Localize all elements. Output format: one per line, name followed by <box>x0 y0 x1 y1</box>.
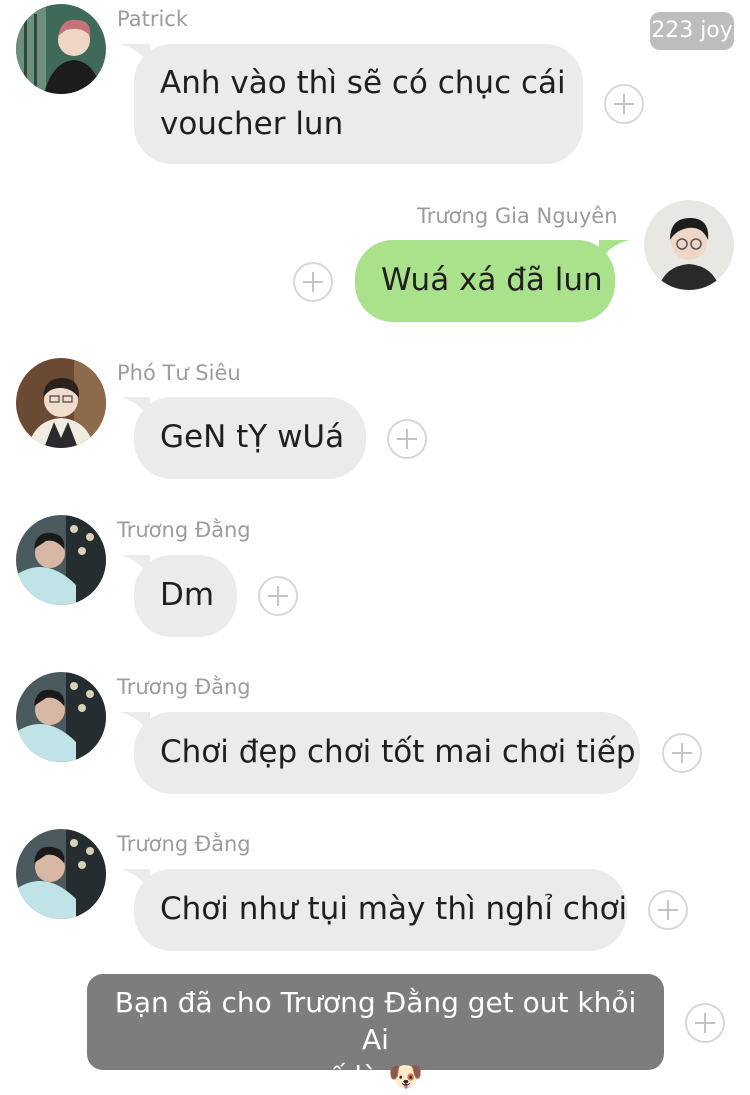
system-message-line: Bạn đã cho Trương Đằng get out khỏi Ai <box>114 986 637 1056</box>
message-text: GeN tỴ wUá <box>160 419 345 455</box>
bubble-tail <box>120 555 150 581</box>
avatar[interactable] <box>16 672 106 762</box>
add-reaction-button[interactable] <box>648 890 688 930</box>
message-bubble[interactable]: Anh vào thì sẽ có chục cái voucher lun <box>120 44 583 164</box>
system-message-line: ế là 🐶 <box>328 1060 423 1093</box>
bubble-tail <box>120 869 150 895</box>
avatar[interactable] <box>644 200 734 290</box>
message-text: Chơi đẹp chơi tốt mai chơi tiếp <box>160 734 636 770</box>
message-text-line: Anh vào thì sẽ có chục cái <box>160 65 566 101</box>
system-message[interactable]: Bạn đã cho Trương Đằng get out khỏi Ai ế… <box>87 974 664 1093</box>
bubble-tail <box>599 240 629 266</box>
add-reaction-button[interactable] <box>387 419 427 459</box>
message-text-line: voucher lun <box>160 106 344 142</box>
add-reaction-button[interactable] <box>258 576 298 616</box>
joy-count-badge[interactable]: 223 joy <box>650 12 734 50</box>
sender-name: Trương Đằng <box>117 518 251 542</box>
sender-name: Trương Đằng <box>117 675 251 699</box>
message-text: Wuá xá đã lun <box>381 262 603 298</box>
message-bubble[interactable]: GeN tỴ wUá <box>120 397 366 479</box>
sender-name: Phó Tư Siêu <box>117 361 241 385</box>
add-reaction-button[interactable] <box>293 262 333 302</box>
message-text: Chơi như tụi mày thì nghỉ chơi <box>160 891 628 927</box>
sender-name: Trương Đằng <box>117 832 251 856</box>
bubble-tail <box>120 397 150 423</box>
add-reaction-button[interactable] <box>662 733 702 773</box>
message-bubble[interactable]: Dm <box>120 555 237 637</box>
avatar[interactable] <box>16 515 106 605</box>
sender-name: Trương Gia Nguyên <box>417 204 618 228</box>
message-bubble[interactable]: Wuá xá đã lun <box>355 240 629 322</box>
add-reaction-button[interactable] <box>685 1003 725 1043</box>
add-reaction-button[interactable] <box>604 84 644 124</box>
message-text: Dm <box>160 577 215 613</box>
avatar[interactable] <box>16 4 106 94</box>
sender-name: Patrick <box>117 7 188 31</box>
avatar[interactable] <box>16 829 106 919</box>
bubble-tail <box>120 712 150 738</box>
message-bubble[interactable]: Chơi như tụi mày thì nghỉ chơi <box>120 869 628 951</box>
avatar[interactable] <box>16 358 106 448</box>
bubble-tail <box>120 44 150 70</box>
message-bubble[interactable]: Chơi đẹp chơi tốt mai chơi tiếp <box>120 712 640 794</box>
